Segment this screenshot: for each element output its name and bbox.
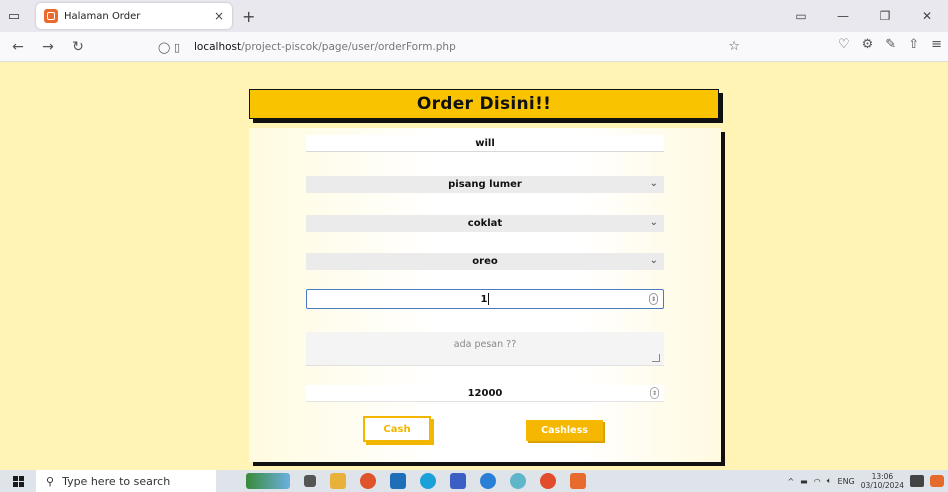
forward-icon[interactable]: → bbox=[36, 39, 60, 55]
page-content: Order Disini!! will pisang lumer ⌄ cokla… bbox=[0, 62, 948, 470]
topping1-value: coklat bbox=[467, 218, 503, 229]
edge-icon[interactable] bbox=[420, 473, 436, 489]
topping2-value: oreo bbox=[472, 256, 498, 267]
language-indicator[interactable]: ENG bbox=[838, 477, 855, 486]
wifi-icon[interactable]: ◠ bbox=[814, 477, 821, 486]
notification-icon[interactable] bbox=[910, 475, 924, 487]
close-window-icon[interactable]: ✕ bbox=[906, 9, 948, 23]
windows-start-icon[interactable] bbox=[0, 470, 36, 492]
clock[interactable]: 13:06 03/10/2024 bbox=[861, 472, 904, 490]
chevron-down-icon: ⌄ bbox=[649, 255, 658, 266]
list-all-tabs-icon[interactable]: ▭ bbox=[780, 9, 822, 23]
chevron-down-icon: ⌄ bbox=[649, 178, 658, 189]
topping1-select[interactable]: coklat ⌄ bbox=[306, 215, 664, 232]
clock-time: 13:06 bbox=[871, 472, 894, 481]
order-header: Order Disini!! bbox=[249, 89, 719, 119]
pocket-icon[interactable]: ♡ bbox=[838, 37, 850, 52]
menu-value: pisang lumer bbox=[448, 179, 522, 190]
chrome-icon[interactable] bbox=[540, 473, 556, 489]
menu-icon[interactable]: ≡ bbox=[931, 37, 942, 52]
task-view-icon[interactable] bbox=[304, 475, 316, 487]
quantity-value: 1 bbox=[480, 293, 488, 305]
chevron-down-icon: ⌄ bbox=[649, 217, 658, 228]
topping2-select[interactable]: oreo ⌄ bbox=[306, 253, 664, 270]
vscode-icon[interactable] bbox=[450, 473, 466, 489]
browser-tab[interactable]: Halaman Order × bbox=[36, 3, 232, 29]
new-tab-button[interactable]: + bbox=[242, 7, 255, 26]
message-textarea[interactable]: ada pesan ?? bbox=[306, 332, 664, 366]
share-icon[interactable]: ⇧ bbox=[908, 37, 919, 52]
file-explorer-icon[interactable] bbox=[330, 473, 346, 489]
quantity-input[interactable]: 1 ⇕ bbox=[306, 289, 664, 309]
bookmark-star-icon[interactable]: ☆ bbox=[728, 39, 740, 54]
tab-title: Halaman Order bbox=[64, 10, 141, 22]
widgets-icon[interactable] bbox=[246, 473, 290, 489]
back-icon[interactable]: ← bbox=[6, 39, 30, 55]
search-placeholder: Type here to search bbox=[62, 474, 171, 488]
menu-select[interactable]: pisang lumer ⌄ bbox=[306, 176, 664, 193]
window-controls: ▭ — ❐ ✕ bbox=[780, 0, 948, 32]
extension-icon[interactable]: ⚙ bbox=[862, 37, 874, 52]
battery-icon[interactable]: ▬ bbox=[800, 477, 808, 486]
toolbar-icons: ♡ ⚙ ✎ ⇧ ≡ bbox=[838, 37, 942, 52]
taskbar: ⚲ Type here to search ^ ▬ ◠ 🔈︎ ENG 13:06… bbox=[0, 470, 948, 492]
page-info-icon[interactable]: ▯ bbox=[174, 41, 190, 54]
whatsapp-icon[interactable] bbox=[510, 473, 526, 489]
clock-date: 03/10/2024 bbox=[860, 481, 904, 490]
order-form: will pisang lumer ⌄ coklat ⌄ oreo ⌄ 1 ⇕ … bbox=[249, 128, 721, 462]
text-caret bbox=[488, 293, 490, 305]
app-icon[interactable] bbox=[480, 473, 496, 489]
url-text: localhost/project-piscok/page/user/order… bbox=[194, 41, 456, 53]
browser-tab-bar: ▭ Halaman Order × + ▭ — ❐ ✕ bbox=[0, 0, 948, 32]
address-bar[interactable]: ◯ ▯ localhost/project-piscok/page/user/o… bbox=[158, 36, 758, 58]
resize-handle-icon[interactable] bbox=[652, 354, 660, 362]
cash-button[interactable]: Cash bbox=[363, 416, 431, 442]
browser-nav-bar: ← → ↻ ◯ ▯ localhost/project-piscok/page/… bbox=[0, 32, 948, 62]
total-price-field[interactable]: 12000 ⇕ bbox=[306, 385, 664, 402]
store-icon[interactable] bbox=[390, 473, 406, 489]
total-value: 12000 bbox=[467, 387, 503, 399]
quantity-stepper[interactable]: ⇕ bbox=[649, 293, 658, 305]
minimize-icon[interactable]: — bbox=[822, 9, 864, 23]
firefox-icon[interactable] bbox=[360, 473, 376, 489]
name-value: will bbox=[475, 137, 495, 149]
name-input[interactable]: will bbox=[306, 135, 664, 152]
total-stepper[interactable]: ⇕ bbox=[650, 387, 659, 399]
search-icon: ⚲ bbox=[46, 474, 55, 488]
app-tray-icon[interactable] bbox=[930, 475, 944, 487]
page-title: Order Disini!! bbox=[416, 94, 552, 114]
message-placeholder: ada pesan ?? bbox=[453, 339, 517, 350]
shield-icon[interactable]: ◯ bbox=[158, 41, 174, 54]
volume-icon[interactable]: 🔈︎ bbox=[827, 476, 832, 486]
taskbar-apps bbox=[246, 470, 586, 492]
system-tray: ^ ▬ ◠ 🔈︎ ENG 13:06 03/10/2024 bbox=[787, 470, 944, 492]
puzzle-icon[interactable]: ✎ bbox=[885, 37, 896, 52]
cashless-button[interactable]: Cashless bbox=[526, 420, 603, 441]
tab-list-icon[interactable]: ▭ bbox=[0, 0, 28, 32]
close-tab-icon[interactable]: × bbox=[214, 9, 224, 23]
xampp-icon[interactable] bbox=[570, 473, 586, 489]
reload-icon[interactable]: ↻ bbox=[66, 39, 90, 55]
favicon-icon bbox=[44, 9, 58, 23]
restore-icon[interactable]: ❐ bbox=[864, 9, 906, 23]
tray-chevron-icon[interactable]: ^ bbox=[787, 477, 794, 486]
taskbar-search[interactable]: ⚲ Type here to search bbox=[36, 470, 216, 492]
